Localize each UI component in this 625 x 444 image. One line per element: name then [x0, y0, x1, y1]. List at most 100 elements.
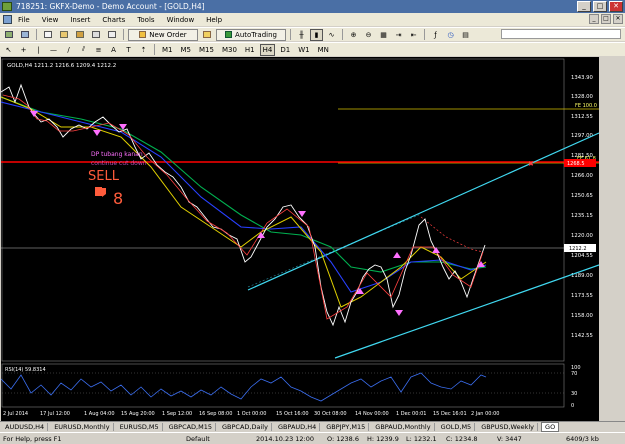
- timeframe-m15[interactable]: M15: [196, 44, 217, 56]
- timeframe-h1[interactable]: H1: [242, 44, 258, 56]
- indicators-icon[interactable]: ƒ: [429, 29, 442, 41]
- chart-tab-active[interactable]: GO: [541, 422, 560, 432]
- chart-tab[interactable]: GBPCAD,M15: [166, 423, 217, 431]
- timeframe-h4[interactable]: H4: [259, 43, 276, 56]
- vertical-line-icon[interactable]: |: [32, 44, 45, 56]
- rsi-level: 70: [571, 371, 577, 377]
- tester-icon[interactable]: [105, 29, 119, 41]
- price-label: 1142.55: [571, 333, 593, 339]
- candlestick-icon[interactable]: ▮: [310, 28, 323, 41]
- channel-icon[interactable]: ⫽: [77, 44, 90, 56]
- crosshair-icon[interactable]: +: [17, 44, 30, 56]
- text-tool-icon[interactable]: A: [107, 44, 120, 56]
- time-label: 15 Oct 16:00: [276, 411, 309, 417]
- data-window-icon[interactable]: [57, 29, 71, 41]
- zoom-in-icon[interactable]: ⊕: [347, 29, 360, 41]
- navigator-icon[interactable]: [73, 29, 87, 41]
- menu-view[interactable]: View: [42, 16, 59, 24]
- symbol-info: GOLD,H4 1211.2 1216.6 1209.4 1212.2: [7, 63, 116, 69]
- price-label: 1158.00: [571, 313, 594, 319]
- price-chart[interactable]: GOLD,H4 1211.2 1216.6 1209.4 1212.2 1343…: [1, 57, 599, 444]
- periods-clock-icon[interactable]: ◷: [444, 29, 457, 41]
- trendline-icon[interactable]: /: [62, 44, 75, 56]
- new-chart-icon[interactable]: [2, 29, 16, 41]
- price-label: 1343.90: [571, 75, 594, 81]
- time-label: 15 Aug 20:00: [121, 411, 155, 417]
- current-price-label: 1212.2: [569, 246, 587, 252]
- chart-tab[interactable]: GBPAUD,Monthly: [372, 423, 435, 431]
- time-label: 2 Jan 00:00: [471, 411, 499, 417]
- bar-open: O: 1238.6: [327, 435, 360, 443]
- document-icon[interactable]: [3, 15, 12, 24]
- app-icon: [2, 2, 12, 11]
- bar-chart-icon[interactable]: ╫: [295, 29, 308, 41]
- timeframe-m1[interactable]: M1: [159, 44, 176, 56]
- chart-tab[interactable]: EURUSD,M5: [117, 423, 163, 431]
- chart-tab[interactable]: EURUSD,Monthly: [51, 423, 114, 431]
- timeframe-d1[interactable]: D1: [277, 44, 293, 56]
- title-bar: 718251: GKFX-Demo - Demo Account - [GOLD…: [0, 0, 625, 13]
- chart-tab[interactable]: AUDUSD,H4: [2, 423, 49, 431]
- minimize-button[interactable]: _: [577, 1, 591, 12]
- time-label: 30 Oct 08:00: [314, 411, 347, 417]
- timeframe-m30[interactable]: M30: [219, 44, 240, 56]
- bar-low: L: 1232.1: [406, 435, 437, 443]
- bar-datetime: 2014.10.23 12:00: [256, 435, 315, 443]
- new-order-button[interactable]: New Order: [128, 28, 198, 41]
- tile-windows-icon[interactable]: ▦: [377, 29, 390, 41]
- market-watch-icon[interactable]: [41, 29, 55, 41]
- cursor-icon[interactable]: ↖: [2, 44, 15, 56]
- horizontal-line-icon[interactable]: —: [47, 44, 60, 56]
- menu-file[interactable]: File: [18, 16, 30, 24]
- autotrading-label: AutoTrading: [235, 30, 277, 39]
- menu-insert[interactable]: Insert: [70, 16, 90, 24]
- chart-tab[interactable]: GBPAUD,H4: [275, 423, 321, 431]
- menu-charts[interactable]: Charts: [102, 16, 125, 24]
- chart-tab[interactable]: GBPCAD,Daily: [219, 423, 272, 431]
- sell-label: SELL: [88, 169, 120, 184]
- autoscroll-icon[interactable]: ⇥: [392, 29, 405, 41]
- price-label: 1235.15: [571, 213, 593, 219]
- menu-window[interactable]: Window: [167, 16, 195, 24]
- label-tool-icon[interactable]: T: [122, 44, 135, 56]
- time-label: 1 Dec 00:01: [396, 411, 426, 417]
- maximize-button[interactable]: □: [593, 1, 607, 12]
- time-label: 1 Sep 12:00: [162, 411, 192, 417]
- timeframe-m5[interactable]: M5: [178, 44, 195, 56]
- timeframe-toolbar: ↖ + | — / ⫽ ≡ A T ⇡ M1 M5 M15 M30 H1 H4 …: [0, 42, 625, 56]
- chart-tab[interactable]: GOLD,M5: [438, 423, 476, 431]
- time-label: 15 Dec 16:01: [433, 411, 467, 417]
- menu-help[interactable]: Help: [206, 16, 222, 24]
- fe-100-label: FE 100.0: [575, 103, 597, 109]
- timeframe-w1[interactable]: W1: [295, 44, 312, 56]
- menu-tools[interactable]: Tools: [137, 16, 154, 24]
- price-label: 1204.55: [571, 253, 593, 259]
- search-input[interactable]: [501, 29, 621, 39]
- menu-bar: File View Insert Charts Tools Window Hel…: [0, 13, 625, 26]
- rsi-level: 30: [571, 391, 577, 397]
- fe-target-marker: ✖: [528, 160, 534, 168]
- new-order-label: New Order: [149, 30, 187, 39]
- templates-icon[interactable]: ▤: [459, 29, 472, 41]
- chart-tab[interactable]: GBPJPY,M15: [323, 423, 370, 431]
- mdi-minimize-button[interactable]: _: [589, 14, 599, 24]
- profiles-icon[interactable]: [18, 29, 32, 41]
- close-button[interactable]: ✕: [609, 1, 623, 12]
- mdi-restore-button[interactable]: □: [601, 14, 611, 24]
- chart-tab[interactable]: GBPUSD,Weekly: [478, 423, 539, 431]
- price-label: 1328.00: [571, 94, 594, 100]
- autotrading-button[interactable]: AutoTrading: [216, 28, 286, 41]
- status-bar: For Help, press F1 Default 2014.10.23 12…: [0, 432, 625, 444]
- time-label: 14 Nov 00:00: [355, 411, 389, 417]
- chart-shift-icon[interactable]: ⇤: [407, 29, 420, 41]
- price-label: 1173.55: [571, 293, 593, 299]
- zoom-out-icon[interactable]: ⊖: [362, 29, 375, 41]
- timeframe-mn[interactable]: MN: [315, 44, 332, 56]
- fibonacci-icon[interactable]: ≡: [92, 44, 105, 56]
- arrows-icon[interactable]: ⇡: [137, 44, 150, 56]
- terminal-icon[interactable]: [89, 29, 103, 41]
- meta-editor-icon[interactable]: [200, 29, 214, 41]
- rsi-level: 0: [571, 403, 574, 409]
- line-chart-icon[interactable]: ∿: [325, 29, 338, 41]
- mdi-close-button[interactable]: ✕: [613, 14, 623, 24]
